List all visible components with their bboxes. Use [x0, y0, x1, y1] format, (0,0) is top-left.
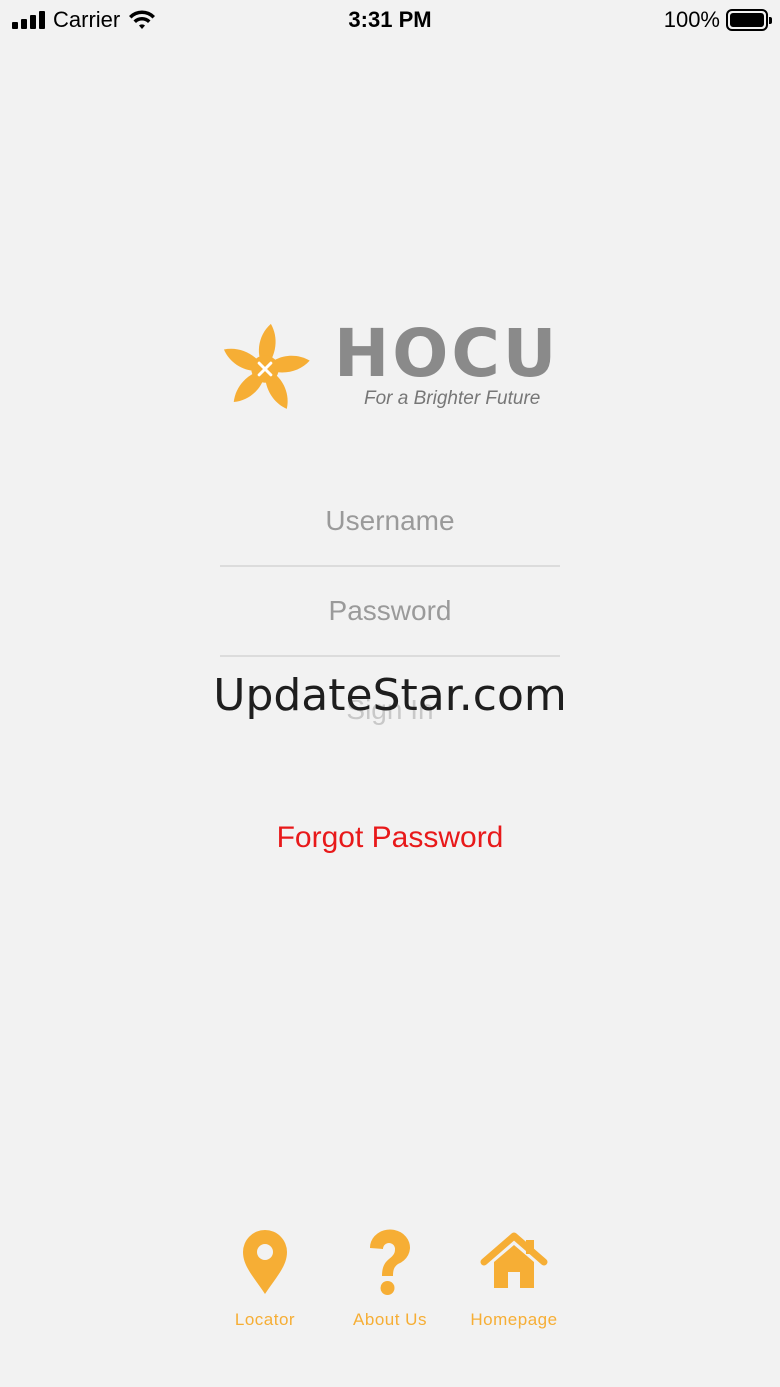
map-pin-icon — [243, 1230, 287, 1294]
username-input[interactable] — [220, 477, 560, 565]
tab-locator[interactable]: Locator — [203, 1228, 327, 1330]
star-flower-logo-icon — [223, 323, 310, 409]
hocu-logo: HOCU For a Brighter Future — [216, 318, 566, 418]
tab-about-us[interactable]: About Us — [328, 1228, 452, 1330]
status-right: 100% — [663, 7, 772, 33]
home-icon — [480, 1232, 548, 1288]
brand-name: HOCU — [334, 315, 560, 392]
password-input[interactable] — [220, 567, 560, 655]
tab-homepage-label: Homepage — [470, 1310, 558, 1329]
username-field-container — [220, 477, 560, 567]
tab-about-us-label: About Us — [353, 1310, 427, 1329]
brand-tagline: For a Brighter Future — [364, 388, 541, 409]
question-mark-icon — [369, 1229, 410, 1295]
bottom-tabbar: Locator About Us Homepage — [0, 1228, 780, 1338]
password-field-container — [220, 567, 560, 657]
status-bar: Carrier 3:31 PM 100% — [0, 0, 780, 40]
forgot-password-link[interactable]: Forgot Password — [0, 816, 780, 860]
watermark-text: UpdateStar.com — [213, 670, 567, 721]
tab-homepage[interactable]: Homepage — [452, 1228, 576, 1330]
tab-locator-label: Locator — [234, 1310, 296, 1329]
battery-percent: 100% — [663, 7, 720, 32]
battery-icon — [726, 9, 772, 31]
